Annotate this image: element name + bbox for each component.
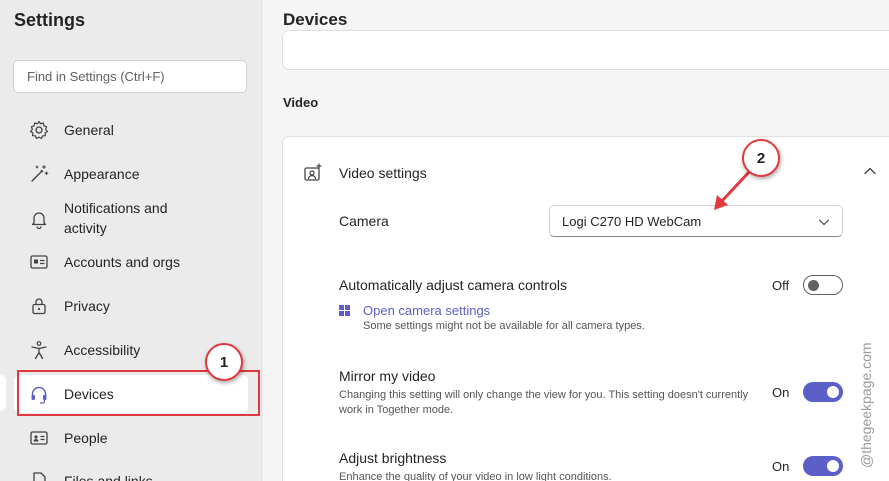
chevron-up-icon[interactable]	[863, 164, 877, 178]
brightness-state: On	[772, 459, 790, 474]
sidebar-item-devices[interactable]: Devices	[14, 375, 248, 413]
chevron-down-icon	[818, 216, 830, 228]
file-icon	[28, 470, 50, 481]
sidebar-item-accounts[interactable]: Accounts and orgs	[20, 250, 246, 274]
video-person-sparkle-icon	[303, 163, 323, 183]
sidebar-item-label: People	[64, 430, 108, 446]
sidebar-item-general[interactable]: General	[20, 118, 246, 142]
selection-indicator	[0, 375, 6, 411]
callout-1: 1	[205, 343, 243, 381]
bell-icon	[28, 208, 50, 230]
camera-settings-note: Some settings might not be available for…	[363, 320, 645, 332]
callout-2: 2	[742, 139, 780, 177]
link-label: Open camera settings	[363, 303, 491, 318]
auto-adjust-state: Off	[772, 278, 790, 293]
camera-label: Camera	[339, 213, 389, 229]
sidebar-item-notifications[interactable]: Notifications and activity	[20, 198, 246, 240]
video-settings-title: Video settings	[339, 165, 427, 181]
sidebar-item-label: Appearance	[64, 166, 140, 182]
watermark-text: @thegeekpage.com	[858, 342, 874, 468]
watermark: @thegeekpage.com	[858, 342, 874, 468]
settings-sidebar: Settings Find in Settings (Ctrl+F) Gener…	[0, 0, 262, 481]
auto-adjust-toggle[interactable]	[803, 275, 843, 295]
mirror-toggle[interactable]	[803, 382, 843, 402]
open-camera-settings-link[interactable]: Open camera settings	[339, 303, 490, 318]
devices-pane: Devices Video Video settings Camera Logi…	[263, 0, 889, 481]
auto-adjust-title: Automatically adjust camera controls	[339, 277, 567, 293]
lock-icon	[28, 295, 50, 317]
settings-search-input[interactable]: Find in Settings (Ctrl+F)	[13, 60, 247, 93]
id-card-icon	[28, 251, 50, 273]
sidebar-item-label: General	[64, 122, 114, 138]
magic-wand-icon	[28, 163, 50, 185]
camera-dropdown[interactable]: Logi C270 HD WebCam	[549, 205, 843, 237]
previous-settings-card	[282, 30, 889, 70]
brightness-title: Adjust brightness	[339, 450, 447, 466]
sidebar-title: Settings	[14, 10, 86, 30]
headset-icon	[28, 383, 50, 405]
section-heading-video: Video	[283, 95, 319, 110]
sidebar-item-files[interactable]: Files and links	[20, 469, 246, 481]
sidebar-item-label: Devices	[64, 386, 114, 402]
contact-card-icon	[28, 427, 50, 449]
mirror-description: Changing this setting will only change t…	[339, 389, 749, 416]
gear-icon	[28, 119, 50, 141]
mirror-title: Mirror my video	[339, 368, 436, 384]
accessibility-icon	[28, 339, 50, 361]
sidebar-item-label: Accessibility	[64, 342, 141, 358]
brightness-description: Enhance the quality of your video in low…	[339, 471, 612, 481]
windows-logo-icon	[339, 304, 351, 317]
sidebar-item-privacy[interactable]: Privacy	[20, 294, 246, 318]
mirror-state: On	[772, 385, 790, 400]
sidebar-item-label: Files and links	[64, 473, 153, 481]
sidebar-item-label: Notifications and activity	[64, 200, 168, 236]
sidebar-item-people[interactable]: People	[20, 426, 246, 450]
sidebar-item-label: Privacy	[64, 298, 110, 314]
camera-selected-value: Logi C270 HD WebCam	[562, 213, 702, 229]
page-title: Devices	[283, 10, 348, 29]
brightness-toggle[interactable]	[803, 456, 843, 476]
sidebar-item-appearance[interactable]: Appearance	[20, 162, 246, 186]
sidebar-item-label: Accounts and orgs	[64, 254, 180, 270]
